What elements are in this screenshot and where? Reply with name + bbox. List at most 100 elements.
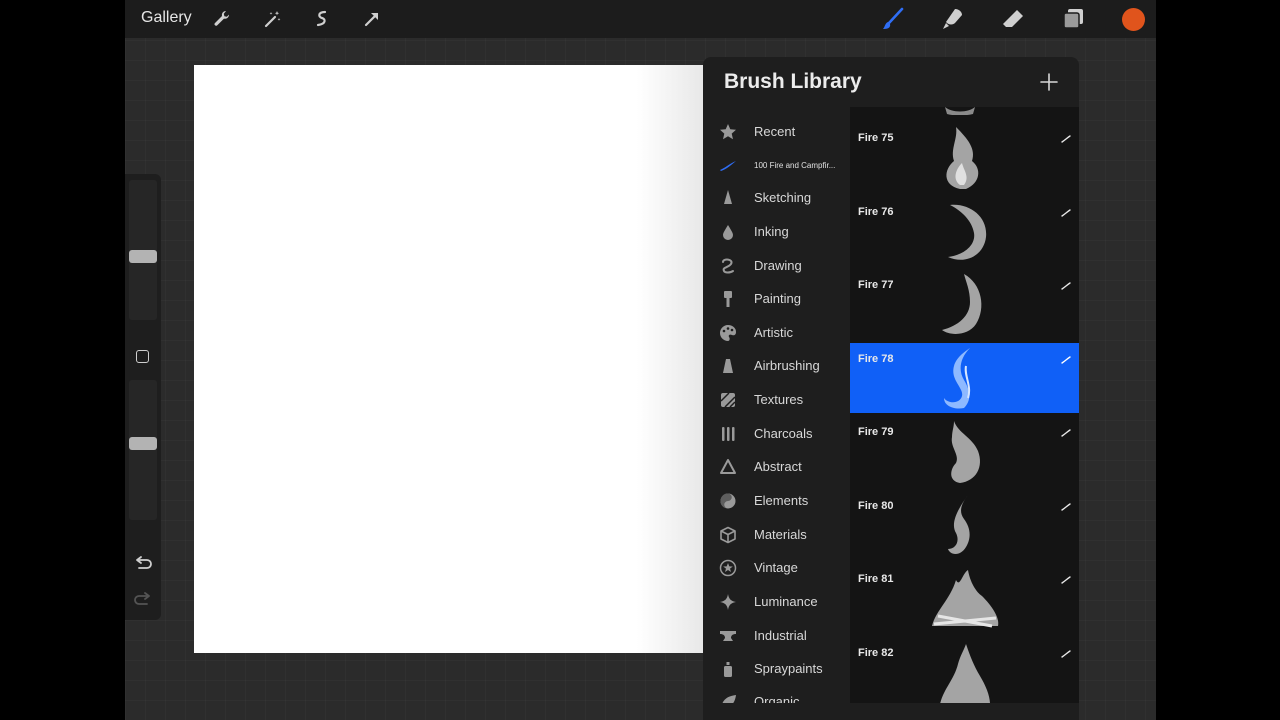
category-label: Industrial xyxy=(754,628,807,643)
eraser-icon[interactable] xyxy=(1001,7,1025,31)
selection-icon[interactable] xyxy=(310,7,334,31)
brush-name: Fire 77 xyxy=(858,279,894,291)
category-artistic[interactable]: Artistic xyxy=(703,318,850,348)
stroke-mark-icon xyxy=(1061,282,1071,290)
brush-size-thumb[interactable] xyxy=(129,249,157,263)
category-airbrushing[interactable]: Airbrushing xyxy=(703,351,850,381)
category-drawing[interactable]: Drawing xyxy=(703,251,850,281)
brush-name: Fire 75 xyxy=(858,132,894,144)
plus-icon[interactable] xyxy=(1037,70,1061,94)
squiggle-icon xyxy=(722,258,734,274)
modify-button[interactable] xyxy=(136,350,149,363)
paintbrush-icon xyxy=(724,291,732,307)
category-vintage[interactable]: Vintage xyxy=(703,553,850,583)
drawing-canvas[interactable] xyxy=(194,65,703,653)
charcoal-icon xyxy=(722,427,735,441)
stroke-mark-icon xyxy=(1061,135,1071,143)
brush-name: Fire 82 xyxy=(858,647,894,659)
category-label: Elements xyxy=(754,493,809,508)
panel-title: Brush Library xyxy=(724,70,862,93)
fire-brush-preview xyxy=(932,570,999,628)
category-abstract[interactable]: Abstract xyxy=(703,452,850,482)
brushes-list[interactable]: Fire 75 Fire 76 Fire 77 Fire 78 Fire 79 xyxy=(850,107,1079,703)
brush-name: Fire 76 xyxy=(858,206,894,218)
sparkle-icon xyxy=(720,594,736,610)
fire-brush-preview xyxy=(951,421,980,483)
category-label: Abstract xyxy=(754,459,802,474)
redo-icon[interactable] xyxy=(133,588,153,608)
category-label: Materials xyxy=(754,527,807,542)
stroke-mark-icon xyxy=(1061,356,1071,364)
category-materials[interactable]: Materials xyxy=(703,520,850,550)
category-painting[interactable]: Painting xyxy=(703,284,850,314)
brush-fire-82[interactable]: Fire 82 xyxy=(850,637,1079,703)
category-label: Organic xyxy=(754,694,800,703)
layers-icon[interactable] xyxy=(1061,7,1085,31)
brush-fire-80[interactable]: Fire 80 xyxy=(850,490,1079,560)
undo-icon[interactable] xyxy=(133,552,153,572)
yin-yang-icon xyxy=(720,493,736,509)
top-toolbar: Gallery xyxy=(125,0,1156,38)
brush-fire-78[interactable]: Fire 78 xyxy=(850,343,1079,413)
category-organic[interactable]: Organic xyxy=(703,687,850,703)
brush-fire-77[interactable]: Fire 77 xyxy=(850,269,1079,339)
category-industrial[interactable]: Industrial xyxy=(703,621,850,651)
wrench-icon[interactable] xyxy=(210,7,234,31)
procreate-app: Gallery Brush Library Recent 100 Fire an… xyxy=(125,0,1156,720)
category-fire-campfire[interactable]: 100 Fire and Campfir... xyxy=(703,150,850,180)
fire-brush-preview xyxy=(948,495,970,554)
fire-brush-preview xyxy=(948,204,987,260)
transform-arrow-icon[interactable] xyxy=(360,7,384,31)
vintage-star-icon xyxy=(719,559,737,577)
category-charcoals[interactable]: Charcoals xyxy=(703,419,850,449)
category-label: Painting xyxy=(754,291,801,306)
fire-brush-preview xyxy=(944,348,971,409)
fire-brush-preview xyxy=(940,644,990,703)
star-icon xyxy=(720,124,736,140)
brush-name: Fire 81 xyxy=(858,573,894,585)
brush-icon[interactable] xyxy=(881,7,905,31)
category-spraypaints[interactable]: Spraypaints xyxy=(703,654,850,684)
opacity-thumb[interactable] xyxy=(129,437,157,451)
category-label: Vintage xyxy=(754,560,798,575)
spray-can-icon xyxy=(724,662,732,677)
airbrush-icon xyxy=(723,359,733,373)
brush-fire-79[interactable]: Fire 79 xyxy=(850,416,1079,486)
pencil-icon xyxy=(724,190,732,204)
triangle-icon xyxy=(720,459,736,474)
leaf-icon xyxy=(722,695,736,703)
gallery-button[interactable]: Gallery xyxy=(141,9,192,27)
category-luminance[interactable]: Luminance xyxy=(703,587,850,617)
brush-fire-81[interactable]: Fire 81 xyxy=(850,563,1079,633)
brush-fire-76[interactable]: Fire 76 xyxy=(850,196,1079,266)
category-label: Airbrushing xyxy=(754,358,820,373)
color-picker-button[interactable] xyxy=(1122,8,1145,31)
texture-icon xyxy=(720,392,736,408)
category-label: 100 Fire and Campfir... xyxy=(754,161,836,170)
fire-brush-preview xyxy=(946,127,979,189)
category-label: Luminance xyxy=(754,594,818,609)
brush-stroke-icon xyxy=(720,161,736,171)
stroke-mark-icon xyxy=(1061,429,1071,437)
brush-categories-list[interactable]: Recent 100 Fire and Campfir... Sketching… xyxy=(703,117,850,703)
category-label: Drawing xyxy=(754,258,802,273)
smudge-icon[interactable] xyxy=(941,7,965,31)
category-inking[interactable]: Inking xyxy=(703,217,850,247)
stroke-mark-icon xyxy=(1061,503,1071,511)
brush-fire-75[interactable]: Fire 75 xyxy=(850,122,1079,192)
category-elements[interactable]: Elements xyxy=(703,486,850,516)
brush-name: Fire 80 xyxy=(858,500,894,512)
category-sketching[interactable]: Sketching xyxy=(703,183,850,213)
category-label: Inking xyxy=(754,224,789,239)
category-label: Sketching xyxy=(754,190,812,205)
stroke-mark-icon xyxy=(1061,209,1071,217)
magic-wand-icon[interactable] xyxy=(260,7,284,31)
palette-icon xyxy=(720,325,736,341)
category-label: Charcoals xyxy=(754,426,813,441)
anvil-icon xyxy=(720,631,736,641)
brush-preview-partial xyxy=(945,107,975,115)
brush-name: Fire 78 xyxy=(858,353,894,365)
category-recent[interactable]: Recent xyxy=(703,117,850,147)
category-textures[interactable]: Textures xyxy=(703,385,850,415)
ink-drop-icon xyxy=(723,225,733,240)
